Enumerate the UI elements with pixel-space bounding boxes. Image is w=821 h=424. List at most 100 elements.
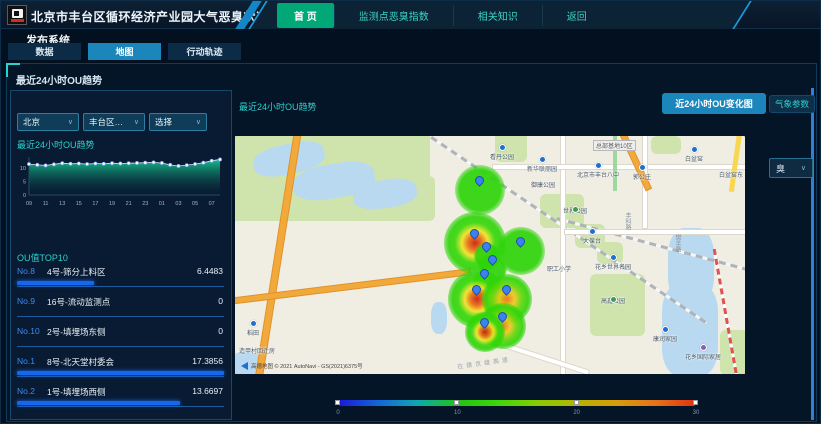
svg-text:09: 09: [26, 201, 32, 207]
chevron-down-icon: ∨: [68, 118, 73, 126]
ou-list-item-0[interactable]: No.84号-筛分上料区6.4483: [17, 263, 225, 293]
legend-marker: [454, 400, 459, 405]
district-select[interactable]: 丰台区循环经济产∨: [83, 113, 145, 131]
map-park-shape: [590, 274, 645, 336]
svg-text:03: 03: [175, 201, 181, 207]
map-road: [561, 136, 565, 374]
ou-list-item-3[interactable]: No.18号-北天堂村委会17.3856: [17, 353, 225, 383]
map-place-label: 樊羊路: [673, 234, 682, 252]
station-select[interactable]: 选择∨: [149, 113, 207, 131]
app-window: 北京市丰台区循环经济产业园大气恶臭状况实时 首 页监测点恶臭指数相关知识返回 发…: [0, 0, 821, 424]
nav-item-2[interactable]: 相关知识: [453, 5, 542, 26]
weather-params-button[interactable]: 气象参数: [769, 95, 815, 113]
legend-gradient-bar: [338, 400, 696, 406]
map-unit-dropdown[interactable]: 臭 ∨: [769, 158, 813, 178]
svg-text:21: 21: [126, 201, 132, 207]
map-place-label: 高鑫公园: [601, 296, 625, 305]
svg-text:23: 23: [142, 201, 148, 207]
nav-item-1[interactable]: 监测点恶臭指数: [334, 5, 453, 26]
ou-list-item-2[interactable]: No.102号-填埋场东侧0: [17, 323, 225, 353]
map-place-label: 白盆窑东: [719, 170, 743, 179]
legend-marker: [693, 400, 698, 405]
park-icon: [572, 206, 579, 213]
map-place-label: 看丹公园: [490, 144, 514, 161]
ou-bar: [17, 281, 224, 287]
map-place-label: 世界公园: [563, 206, 587, 215]
chevron-down-icon: ∨: [134, 118, 139, 126]
map-place-label: 花乡国际家居: [685, 344, 721, 361]
heat-blob: [455, 165, 505, 215]
svg-text:07: 07: [209, 201, 215, 207]
map-place-label: 郭公庄: [633, 164, 651, 181]
ou-top-list: No.84号-筛分上料区6.4483No.916号-流动监测点0No.102号-…: [17, 263, 225, 413]
mall-icon: [700, 344, 707, 351]
station-icon: [610, 254, 617, 261]
svg-text:15: 15: [76, 201, 82, 207]
chevron-down-icon: ∨: [801, 164, 806, 172]
app-logo-icon: [7, 5, 27, 25]
legend-tick-label: 20: [573, 410, 580, 416]
map-place-label: 大葆台: [583, 228, 601, 245]
legend-tick-label: 0: [336, 410, 339, 416]
svg-text:11: 11: [43, 201, 49, 207]
ou-list-item-1[interactable]: No.916号-流动监测点0: [17, 293, 225, 323]
publish-tab-1[interactable]: 地图: [88, 43, 161, 60]
heat-legend: 0102030: [338, 400, 696, 416]
map-place-label: 北京市丰台八中: [577, 162, 619, 179]
main-panel: 最近24小时OU趋势 北京∨ 丰台区循环经济产∨ 选择∨ 最近24小时OU趋势 …: [6, 63, 817, 422]
metro-icon: [691, 146, 698, 153]
station-icon: [662, 326, 669, 333]
header-bar: 北京市丰台区循环经济产业园大气恶臭状况实时 首 页监测点恶臭指数相关知识返回: [1, 1, 821, 29]
map-place-label: 总部基地10区: [593, 140, 636, 151]
ou-trend-chart: 0510091113151719212301030507: [15, 151, 227, 213]
ou-bar: [17, 371, 224, 377]
city-select[interactable]: 北京∨: [17, 113, 79, 131]
svg-text:0: 0: [23, 193, 26, 199]
road-watermark-label: 在建京雄高速: [457, 354, 512, 370]
svg-text:01: 01: [159, 201, 165, 207]
ou-bar: [17, 401, 224, 407]
park-icon: [610, 296, 617, 303]
legend-marker: [574, 400, 579, 405]
nav-item-3[interactable]: 返回: [542, 5, 611, 26]
station-icon: [499, 144, 506, 151]
map-place-label: 职工小学: [547, 264, 571, 273]
ou-bar: [17, 311, 224, 317]
svg-text:17: 17: [92, 201, 98, 207]
ou-change-map-button[interactable]: 近24小时OU变化图: [662, 93, 766, 114]
svg-text:19: 19: [109, 201, 115, 207]
map-place-label: 丰科路: [623, 212, 632, 230]
map-place-label: 花乡世界名园: [595, 254, 631, 271]
ou-list-item-4[interactable]: No.21号-填埋场西侧13.6697: [17, 383, 225, 413]
panel-edge-line: [811, 88, 814, 420]
left-panel: 北京∨ 丰台区循环经济产∨ 选择∨ 最近24小时OU趋势 05100911131…: [10, 90, 232, 420]
publish-tabs: 数据地图行动轨迹: [8, 43, 241, 60]
map-place-label: 新华联丽园: [527, 156, 557, 173]
map-place-label: 康润家园: [653, 326, 677, 343]
map-panel-subtitle: 最近24小时OU趋势: [239, 100, 317, 113]
top-nav: 首 页监测点恶臭指数相关知识返回: [257, 1, 743, 29]
map-place-label: 御康公园: [531, 180, 555, 189]
nav-item-0[interactable]: 首 页: [277, 3, 334, 28]
map-place-label: 稻田: [247, 320, 259, 337]
svg-text:10: 10: [20, 166, 26, 172]
map-attribution: 高德地图 © 2021 AutoNavi - GS(2021)6375号: [241, 362, 363, 370]
legend-tick-label: 30: [693, 410, 700, 416]
map-place-label: 造甲村回迁房: [239, 346, 275, 355]
legend-tick-label: 10: [454, 410, 461, 416]
chevron-down-icon: ∨: [196, 118, 201, 126]
metro-icon: [639, 164, 646, 171]
map-water-shape: [431, 302, 447, 334]
map-place-label: 白盆窑: [685, 146, 703, 163]
legend-marker: [335, 400, 340, 405]
map-park-shape: [651, 136, 681, 154]
autonavi-logo-icon: [241, 362, 248, 370]
heat-map[interactable]: 在建京雄高速 看丹公园 总部基地10区新华联丽园御康公园 北京市丰台八中郭公庄 白盆窑…: [235, 136, 745, 374]
publish-tab-0[interactable]: 数据: [8, 43, 81, 60]
main-panel-title: 最近24小时OU趋势: [16, 72, 102, 87]
svg-text:05: 05: [192, 201, 198, 207]
school-icon: [595, 162, 602, 169]
svg-text:5: 5: [23, 179, 26, 185]
publish-tab-2[interactable]: 行动轨迹: [168, 43, 241, 60]
ou-bar: [17, 341, 224, 347]
